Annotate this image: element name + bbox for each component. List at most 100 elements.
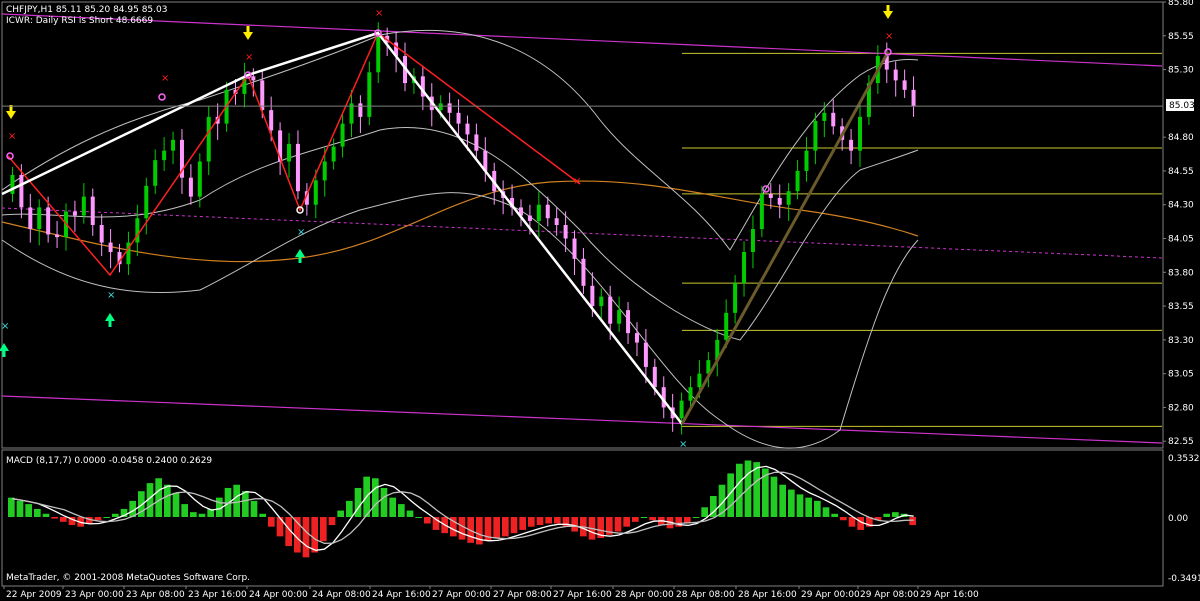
candle-body (893, 69, 898, 81)
current-price-marker: 85.03 (1166, 99, 1195, 111)
candle-body (72, 211, 77, 216)
candle-body (858, 116, 863, 151)
macd-bar (493, 517, 500, 538)
price-axis-label: 84.80 (1168, 133, 1194, 143)
macd-bar (34, 508, 41, 517)
time-axis-label: 22 Apr 2009 (6, 590, 62, 600)
candle-body (474, 134, 479, 151)
candle-body (19, 174, 24, 208)
macd-bar (614, 517, 622, 532)
time-axis-label: 28 Apr 16:00 (738, 590, 797, 600)
macd-bar (545, 517, 552, 524)
time-axis-label: 27 Apr 00:00 (432, 590, 491, 600)
macd-bar (42, 513, 50, 517)
macd-bar (502, 517, 509, 537)
macd-bar (8, 497, 15, 517)
candle-body (197, 161, 202, 197)
candle-body (813, 120, 818, 151)
candle-body (750, 229, 755, 253)
candle-body (171, 139, 176, 151)
macd-bar (779, 484, 786, 517)
macd-bar (510, 517, 518, 534)
candle-body (153, 160, 158, 186)
candle-body (634, 333, 639, 343)
candle-body (822, 112, 827, 121)
macd-scale-top: 0.3532 (1168, 454, 1200, 464)
price-axis-label: 83.30 (1168, 336, 1194, 346)
candle-body (527, 215, 532, 221)
candle-body (831, 112, 836, 127)
sell-cross-icon: × (885, 31, 893, 42)
macd-bar (311, 517, 318, 553)
macd-bar (736, 463, 743, 517)
macd-bar (814, 500, 821, 517)
candle-body (795, 170, 800, 192)
buy-cross-icon: × (1, 321, 9, 332)
candle-body (590, 285, 595, 307)
macd-bar (389, 497, 396, 517)
macd-bar (519, 517, 526, 530)
time-axis-label: 29 Apr 08:00 (860, 590, 919, 600)
candle-body (617, 310, 622, 324)
candle-body (724, 312, 729, 340)
candle-body (295, 143, 300, 192)
macd-bar (372, 478, 379, 517)
macd-bar (164, 484, 171, 517)
sell-cross-icon: × (245, 52, 253, 63)
macd-bar (250, 500, 258, 517)
current-price-label: 85.03 (1169, 101, 1195, 111)
trading-chart[interactable]: × × × × × × × × × × CHFJPY,H1 85.11 85.20 84.95 8… (0, 0, 1200, 601)
time-axis-label: 29 Apr 16:00 (920, 590, 979, 600)
candle-body (162, 150, 167, 161)
buy-cross-icon: × (679, 439, 687, 450)
sell-cross-icon: × (573, 176, 581, 187)
macd-bar (259, 513, 266, 517)
candle-body (563, 225, 568, 239)
macd-bar (822, 507, 830, 517)
price-axis-label: 85.80 (1168, 0, 1194, 8)
candle-body (536, 204, 541, 221)
candle-body (287, 143, 292, 162)
candle-body (849, 139, 854, 151)
candle-body (322, 161, 327, 181)
macd-bar (415, 517, 422, 518)
candle-body (99, 225, 104, 243)
macd-bar (320, 517, 327, 542)
macd-bar (770, 476, 778, 517)
candle-body (777, 197, 782, 205)
candle-body (688, 387, 693, 401)
buy-cross-icon: × (297, 227, 305, 238)
time-axis-label: 23 Apr 08:00 (126, 590, 185, 600)
macd-bar (25, 504, 32, 517)
candle-body (144, 185, 149, 219)
candle-body (902, 80, 907, 90)
candle-body (759, 193, 764, 230)
candle-body (733, 283, 738, 313)
time-axis-label: 27 Apr 16:00 (553, 590, 612, 600)
candle-body (581, 258, 586, 286)
candle-body (269, 110, 274, 131)
macd-bar (302, 517, 310, 558)
macd-bar (562, 517, 570, 527)
candle-body (46, 207, 51, 235)
candle-body (652, 366, 657, 388)
macd-bar (883, 513, 890, 517)
price-axis-label: 83.05 (1168, 370, 1194, 380)
macd-bar (831, 513, 838, 517)
macd-scale-bottom: -0.3491 (1168, 574, 1200, 584)
candle-body (679, 400, 684, 419)
candle-body (251, 76, 256, 81)
macd-bar (892, 512, 899, 517)
macd-bar (60, 517, 67, 522)
candle-body (599, 296, 604, 307)
macd-bar (103, 517, 110, 518)
macd-bar (788, 489, 795, 517)
macd-bar (632, 517, 639, 522)
candle-body (376, 35, 381, 73)
candle-body (81, 196, 86, 216)
candle-body (188, 177, 193, 197)
candle-body (206, 116, 211, 162)
copyright-text: MetaTrader, © 2001-2008 MetaQuotes Softw… (6, 573, 250, 583)
macd-bar (692, 517, 700, 518)
time-axis-label: 28 Apr 08:00 (676, 590, 735, 600)
